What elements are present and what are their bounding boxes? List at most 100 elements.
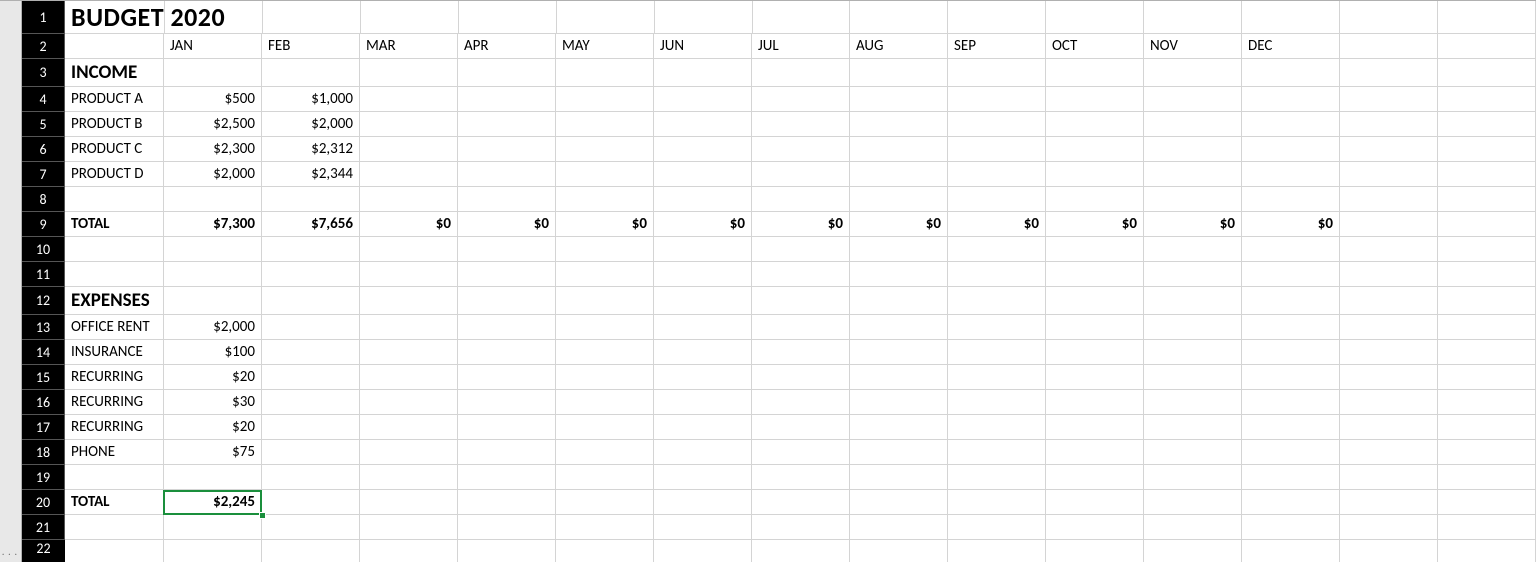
cell[interactable]: [458, 59, 556, 86]
cell[interactable]: [1046, 415, 1144, 439]
cell[interactable]: [1340, 262, 1438, 286]
income-label-cell[interactable]: PRODUCT C: [65, 137, 164, 161]
cell[interactable]: [262, 315, 360, 339]
cell[interactable]: [850, 390, 948, 414]
cell[interactable]: [654, 187, 752, 211]
cell[interactable]: [752, 162, 850, 186]
cell[interactable]: [1046, 237, 1144, 261]
cell[interactable]: [1144, 1, 1242, 33]
expenses-total-label-cell[interactable]: TOTAL: [65, 490, 164, 514]
cell[interactable]: [1340, 440, 1438, 464]
cell[interactable]: [1438, 262, 1536, 286]
expense-row[interactable]: RECURRING $20: [65, 415, 1536, 440]
cell[interactable]: [1144, 112, 1242, 136]
month-header[interactable]: OCT: [1046, 34, 1144, 58]
cell[interactable]: [654, 162, 752, 186]
cell[interactable]: [1144, 390, 1242, 414]
cell[interactable]: [262, 59, 360, 86]
income-row[interactable]: PRODUCT A $500 $1,000: [65, 87, 1536, 112]
cell[interactable]: [65, 262, 164, 286]
cell[interactable]: [557, 1, 655, 33]
income-total-cell[interactable]: $7,656: [262, 212, 360, 236]
cell[interactable]: [164, 465, 262, 489]
cell[interactable]: [948, 237, 1046, 261]
cell[interactable]: [458, 490, 556, 514]
cell[interactable]: [556, 465, 654, 489]
cell[interactable]: [850, 540, 948, 562]
cell[interactable]: [1438, 87, 1536, 111]
cell[interactable]: [1438, 390, 1536, 414]
cell[interactable]: [850, 237, 948, 261]
month-header[interactable]: JAN: [164, 34, 262, 58]
row-header[interactable]: 5: [22, 112, 65, 137]
cell[interactable]: [164, 515, 262, 539]
month-header[interactable]: SEP: [948, 34, 1046, 58]
cell[interactable]: [654, 237, 752, 261]
cell[interactable]: [1144, 415, 1242, 439]
row-header[interactable]: 21: [22, 515, 65, 540]
cell[interactable]: [458, 112, 556, 136]
cell[interactable]: [948, 87, 1046, 111]
cell[interactable]: [850, 340, 948, 364]
expense-label-cell[interactable]: OFFICE RENT: [65, 315, 164, 339]
cell[interactable]: [654, 87, 752, 111]
cell[interactable]: [1242, 287, 1340, 314]
cell[interactable]: [1438, 237, 1536, 261]
cell[interactable]: [948, 187, 1046, 211]
income-value-cell[interactable]: $2,000: [164, 162, 262, 186]
row-income-header[interactable]: INCOME: [65, 59, 1536, 87]
cell[interactable]: [458, 315, 556, 339]
row-header[interactable]: 17: [22, 415, 65, 440]
row-header[interactable]: 6: [22, 137, 65, 162]
month-header[interactable]: DEC: [1242, 34, 1340, 58]
cell[interactable]: [752, 415, 850, 439]
row-header[interactable]: 2: [22, 34, 65, 59]
cell[interactable]: [1242, 540, 1340, 562]
cell[interactable]: [1144, 440, 1242, 464]
row-expenses-header[interactable]: EXPENSES: [65, 287, 1536, 315]
cell[interactable]: [1340, 112, 1438, 136]
cell[interactable]: [360, 465, 458, 489]
cell[interactable]: [1242, 112, 1340, 136]
cell[interactable]: [360, 540, 458, 562]
cell[interactable]: [360, 440, 458, 464]
cell[interactable]: [263, 1, 361, 33]
title-cell[interactable]: BUDGET 2020: [65, 1, 165, 33]
cell[interactable]: [1438, 415, 1536, 439]
cell[interactable]: [654, 365, 752, 389]
cell[interactable]: [360, 365, 458, 389]
spreadsheet[interactable]: · · · 1 2 3 4 5 6 7 8 9 10 11 12 13 14 1…: [0, 0, 1536, 562]
cell[interactable]: [850, 515, 948, 539]
cell[interactable]: [1046, 315, 1144, 339]
cell[interactable]: [1340, 340, 1438, 364]
income-value-cell[interactable]: $500: [164, 87, 262, 111]
cell[interactable]: [850, 187, 948, 211]
row-1[interactable]: BUDGET 2020: [65, 1, 1536, 34]
cell[interactable]: [262, 237, 360, 261]
cell[interactable]: [752, 87, 850, 111]
cell[interactable]: [458, 390, 556, 414]
cell[interactable]: [458, 137, 556, 161]
cell[interactable]: [1242, 465, 1340, 489]
cell[interactable]: [850, 59, 948, 86]
cell[interactable]: [753, 1, 851, 33]
cell[interactable]: [1046, 112, 1144, 136]
cell[interactable]: [1144, 315, 1242, 339]
income-total-cell[interactable]: $0: [1046, 212, 1144, 236]
cell[interactable]: [1340, 137, 1438, 161]
cell[interactable]: [262, 340, 360, 364]
cell[interactable]: [1340, 490, 1438, 514]
cell[interactable]: [752, 287, 850, 314]
cell[interactable]: [948, 112, 1046, 136]
cell[interactable]: [1046, 59, 1144, 86]
cell[interactable]: [1046, 340, 1144, 364]
cell[interactable]: [458, 187, 556, 211]
cell[interactable]: [1144, 540, 1242, 562]
expense-value-cell[interactable]: $30: [164, 390, 262, 414]
income-label-cell[interactable]: PRODUCT A: [65, 87, 164, 111]
cell[interactable]: [752, 112, 850, 136]
cell[interactable]: [654, 515, 752, 539]
row-header[interactable]: 9: [22, 212, 65, 237]
expense-value-cell[interactable]: $100: [164, 340, 262, 364]
cell[interactable]: [1340, 187, 1438, 211]
